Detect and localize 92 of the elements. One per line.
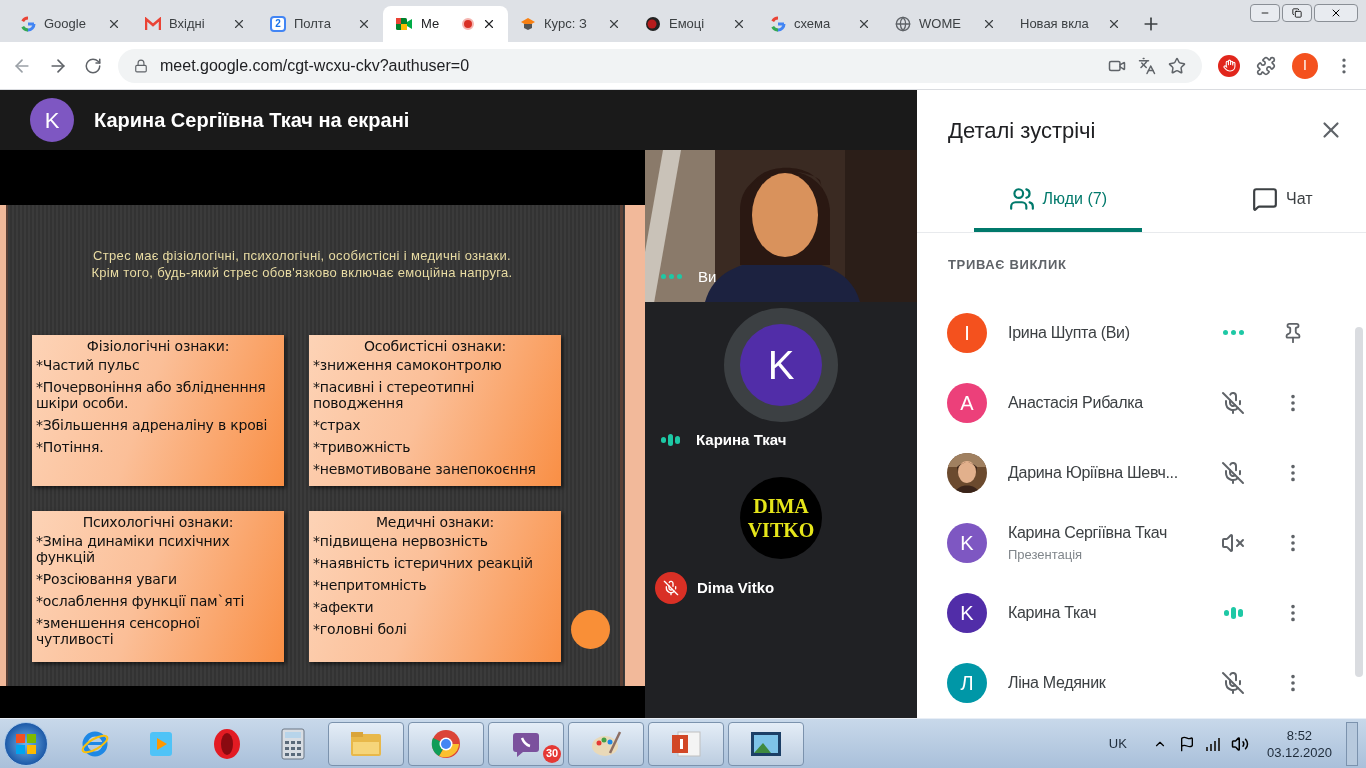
panel-tab[interactable]: Чат (1198, 170, 1366, 232)
participant-role: Презентація (1008, 545, 1084, 564)
close-tab-icon[interactable] (107, 17, 121, 31)
opera-icon[interactable] (212, 727, 242, 760)
close-tab-icon[interactable] (607, 17, 621, 31)
slide-text-box: Психологічні ознаки: *Зміна динаміки психічних функцій *Розсіювання уваги *ослаблення функції пам`яті *зменшення сенсорної чутливості (32, 511, 284, 662)
participant-avatar: A (947, 382, 987, 423)
participant-avatar: K (740, 324, 822, 406)
taskbar-button[interactable] (648, 721, 724, 766)
record-icon (645, 16, 661, 32)
photo-viewer-icon[interactable] (749, 729, 783, 758)
chrome-icon[interactable] (431, 728, 461, 759)
signal-icon[interactable] (1204, 736, 1221, 751)
language-indicator[interactable]: UK (1108, 733, 1127, 754)
slide-text-box: Особистісні ознаки: *зниження самоконтролю *пасивні і стереотипні поводження *страх *тривожність *невмотивоване занепокоєння (309, 335, 561, 486)
people-icon (1008, 186, 1035, 212)
globe-icon (895, 16, 911, 32)
participant-avatar: I (947, 312, 987, 353)
panel-tab[interactable]: Люди (7) (974, 170, 1142, 232)
participant-name: Карина Ткач (696, 430, 787, 450)
close-icon (1330, 7, 1342, 19)
participant-row[interactable]: K Карина Ткач (917, 577, 1366, 648)
restore-icon (1292, 8, 1302, 18)
volume-icon[interactable] (1230, 734, 1249, 753)
close-tab-icon[interactable] (732, 17, 746, 31)
reload-icon[interactable] (84, 56, 102, 75)
lock-icon (134, 58, 148, 73)
participant-avatar: K (947, 522, 987, 563)
four-squares-icon (15, 732, 37, 755)
panel-title: Деталі зустрічі (948, 116, 1096, 145)
browser-tab[interactable]: WOME (883, 6, 1008, 42)
participant-name: Карина Сергіївна Ткач (1008, 522, 1169, 543)
presenter-avatar: K (30, 98, 74, 142)
extensions-icon[interactable] (1256, 55, 1276, 76)
participant-row[interactable]: Л Ліна Медяник (917, 647, 1366, 718)
participant-name: Ліна Медяник (1008, 672, 1107, 693)
section-heading: ТРИВАЄ ВИКЛИК (947, 256, 1068, 274)
graduation-cap-icon (520, 17, 536, 31)
participant-name: Дарина Юріївна Шевч... (1008, 462, 1179, 483)
flag-icon[interactable] (1178, 735, 1195, 752)
close-tab-icon[interactable] (857, 17, 871, 31)
mic-off-icon[interactable] (1221, 390, 1245, 415)
address-field[interactable]: meet.google.com/cgt-wcxu-ckv?authuser=0 (118, 48, 1202, 83)
clock[interactable]: 8:52 03.12.2020 (1266, 726, 1332, 761)
participant-name: Ірина Шупта (Ви) (1008, 322, 1131, 343)
calculator-icon[interactable] (280, 727, 306, 760)
participant-name: Карина Ткач (1008, 602, 1098, 623)
slide-text-box: Фізіологічні ознаки: *Частий пульс *Почервоніння або зблідненння шкіри особи. *Збільшення адреналіну в крові *Потіння. (32, 335, 284, 486)
participant-name: Dima Vitko (697, 577, 775, 598)
presenter-title: Карина Сергіївна Ткач на екрані (94, 108, 410, 133)
mic-off-icon[interactable] (1221, 670, 1245, 695)
restore-button[interactable] (1282, 4, 1312, 22)
taskbar-button[interactable] (728, 721, 804, 766)
slide-heading: Стрес має фізіологічні, психологічні, особистісні і медичні ознаки. Крім того, будь-який стрес обов'язково включає емоційна напруга. (90, 247, 514, 281)
bookmark-star-icon[interactable] (1168, 56, 1186, 75)
close-tab-icon[interactable] (982, 17, 996, 31)
scrollbar[interactable] (1355, 327, 1363, 677)
google-favicon-icon (770, 16, 786, 32)
slide-text-box: Медичні ознаки: *підвищена нервозність *наявність істеричних реакцій *непритомність *афекти *головні болі (309, 511, 561, 662)
mic-off-icon[interactable] (1221, 460, 1245, 485)
browser-tab[interactable]: Емоці (633, 6, 758, 42)
google-favicon-icon (20, 16, 36, 32)
slides-app-icon[interactable] (670, 728, 702, 759)
browser-tab[interactable]: Google (8, 6, 133, 42)
browser-tab[interactable]: Ме (383, 6, 508, 42)
close-tab-icon[interactable] (357, 17, 371, 31)
camera-icon (395, 17, 413, 31)
participant-avatar: K (947, 592, 987, 633)
browser-tab[interactable]: схема (758, 6, 883, 42)
notification-badge: 30 (543, 744, 561, 763)
calendar-icon: 2 (270, 16, 286, 32)
browser-tab[interactable]: 2 Полта (258, 6, 383, 42)
close-tab-icon[interactable] (232, 17, 246, 31)
participant-name: Анастасія Рибалка (1008, 392, 1144, 413)
participant-name: Ви (698, 266, 717, 287)
close-tab-icon[interactable] (482, 17, 496, 31)
start-button[interactable] (4, 721, 48, 766)
close-tab-icon[interactable] (1107, 17, 1121, 31)
mail-icon (145, 17, 161, 31)
participant-row[interactable]: A Анастасія Рибалка (917, 367, 1366, 438)
participant-row[interactable]: K Карина Сергіївна Ткач Презентація (917, 507, 1366, 578)
participant-avatar: Л (947, 662, 987, 703)
browser-tab[interactable]: Вхідні (133, 6, 258, 42)
participant-avatar: DIMA VITKO (740, 477, 822, 559)
blocker-icon[interactable] (1218, 54, 1240, 77)
translate-icon[interactable] (1138, 56, 1156, 75)
browser-tab[interactable]: Курс: З (508, 6, 633, 42)
participant-row[interactable]: I Ірина Шупта (Ви) (917, 297, 1366, 368)
browser-tab[interactable]: Новая вкла (1008, 6, 1133, 42)
participant-row[interactable]: Дарина Юріївна Шевч... (917, 437, 1366, 508)
taskbar-button[interactable]: 30 (488, 721, 564, 766)
chat-icon (1251, 186, 1278, 212)
